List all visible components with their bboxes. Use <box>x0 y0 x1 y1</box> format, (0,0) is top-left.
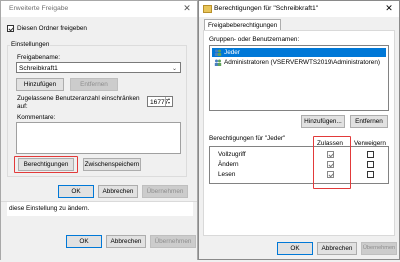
allow-read-checkbox[interactable] <box>327 171 334 178</box>
advanced-sharing-titlebar: Erweiterte Freigabe ✕ <box>1 1 197 17</box>
apply-button: Übernehmen <box>361 242 397 255</box>
perm-name-full: Vollzugriff <box>218 151 246 158</box>
share-name-value: Schreibkraft1 <box>19 64 58 72</box>
settings-group-label: Einstellungen <box>10 41 51 48</box>
share-name-label: Freigabename: <box>17 54 60 61</box>
user-name: Jeder <box>224 49 240 56</box>
perm-name-read: Lesen <box>218 171 236 178</box>
share-name-dropdown[interactable]: Schreibkraft1 ⌄ <box>16 62 181 73</box>
add-share-button[interactable]: Hinzufügen <box>16 78 64 91</box>
user-limit-label: Zugelassene Benutzeranzahl einschränken … <box>17 95 140 110</box>
allow-change-checkbox[interactable] <box>327 161 334 168</box>
window-title: Berechtigungen für "Schreibkraft1" <box>214 5 319 12</box>
ok-button[interactable]: OK <box>58 185 94 198</box>
allow-full-control-checkbox[interactable] <box>327 151 334 158</box>
comment-textarea[interactable] <box>16 122 181 154</box>
perm-name-change: Ändern <box>218 161 239 168</box>
add-user-button[interactable]: Hinzufügen... <box>301 115 345 128</box>
comment-label: Kommentare: <box>17 114 56 121</box>
deny-full-control-checkbox[interactable] <box>367 151 374 158</box>
apply-button: Übernehmen <box>142 185 188 198</box>
share-folder-label: Diesen Ordner freigeben <box>17 25 87 32</box>
cancel-button[interactable]: Abbrechen <box>98 185 138 198</box>
caching-button[interactable]: Zwischenspeichern <box>83 158 141 171</box>
advanced-sharing-window: Erweiterte Freigabe ✕ Diesen Ordner frei… <box>0 0 198 262</box>
users-icon <box>214 59 222 66</box>
remove-share-button: Entfernen <box>70 78 118 91</box>
cancel-button[interactable]: Abbrechen <box>317 242 357 255</box>
deny-read-checkbox[interactable] <box>367 171 374 178</box>
permissions-for-label: Berechtigungen für "Jeder" <box>209 135 286 142</box>
ok-button[interactable]: OK <box>277 242 313 255</box>
spin-arrows-icon[interactable]: ▲ ▼ <box>165 97 172 106</box>
deny-change-checkbox[interactable] <box>367 161 374 168</box>
bg-cancel-button[interactable]: Abbrechen <box>106 235 146 248</box>
folder-permissions-icon <box>203 5 212 13</box>
close-icon[interactable]: ✕ <box>177 1 197 17</box>
list-item[interactable]: Jeder <box>212 48 386 57</box>
share-folder-checkbox[interactable] <box>7 25 14 32</box>
close-icon[interactable]: ✕ <box>379 1 399 17</box>
permissions-titlebar: Berechtigungen für "Schreibkraft1" ✕ <box>199 1 399 17</box>
chevron-down-icon: ⌄ <box>171 66 177 72</box>
window-title: Erweiterte Freigabe <box>9 5 69 12</box>
groups-label: Gruppen- oder Benutzernamen: <box>209 36 300 43</box>
users-icon <box>214 49 222 56</box>
background-text: diese Einstellung zu ändern. <box>9 205 90 212</box>
remove-user-button[interactable]: Entfernen <box>350 115 388 128</box>
bg-apply-button: Übernehmen <box>150 235 196 248</box>
permissions-button[interactable]: Berechtigungen <box>18 158 74 171</box>
user-name: Administratoren (VSERVERWTS2019\Administ… <box>224 59 381 66</box>
user-limit-stepper[interactable]: 16777 ▲ ▼ <box>147 96 173 107</box>
bg-ok-button[interactable]: OK <box>66 235 102 248</box>
list-item[interactable]: Administratoren (VSERVERWTS2019\Administ… <box>212 58 386 67</box>
permissions-window: Berechtigungen für "Schreibkraft1" ✕ Fre… <box>198 0 400 260</box>
background-text-panel: diese Einstellung zu ändern. <box>7 202 193 216</box>
user-list[interactable]: Jeder Administratoren (VSERVERWTS2019\Ad… <box>209 45 389 111</box>
